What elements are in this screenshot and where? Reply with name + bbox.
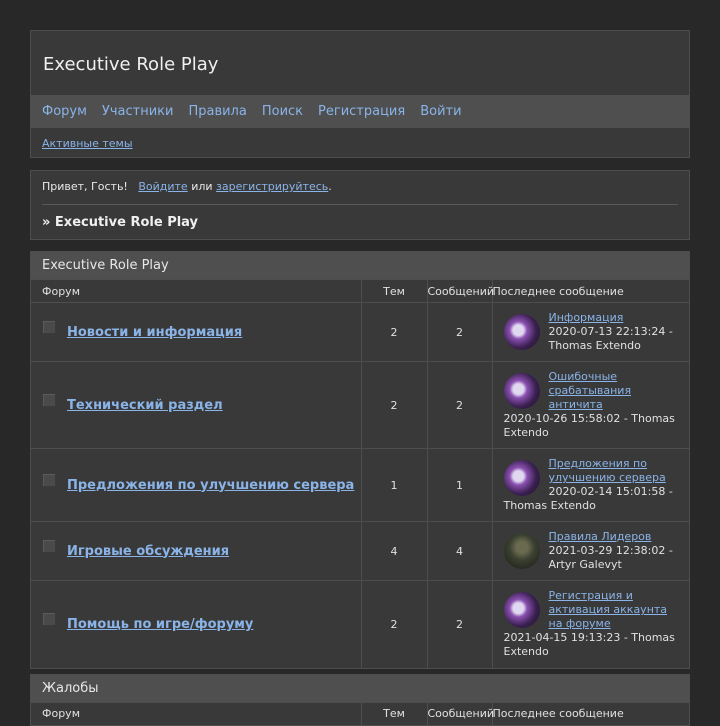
welcome-box: Привет, Гость! Войдите или зарегистрируй…	[30, 170, 690, 240]
nav-login[interactable]: Войти	[420, 104, 461, 119]
last-post-cell: Правила Лидеров 2021-03-29 12:38:02 - Ar…	[491, 521, 689, 581]
posts-count: 1	[426, 448, 492, 522]
avatar[interactable]	[503, 533, 540, 569]
topics-count: 2	[360, 361, 427, 449]
category-complaints: Жалобы Форум Тем Сообщений Последнее соо…	[30, 673, 690, 726]
topics-count: 2	[360, 580, 427, 668]
table-row: Новости и информация 2 2 Информация 2020…	[31, 302, 689, 362]
forum-cell: Помощь по игре/форуму	[31, 580, 361, 668]
topics-count: 2	[360, 302, 427, 362]
column-header-posts: Сообщений	[426, 701, 494, 725]
greeting-text: Привет, Гость!	[42, 180, 128, 193]
period-text: .	[328, 180, 332, 193]
last-post-link[interactable]: Правила Лидеров	[549, 530, 652, 543]
avatar[interactable]	[503, 373, 540, 409]
main-navigation: Форум Участники Правила Поиск Регистраци…	[31, 95, 689, 128]
forum-link[interactable]: Технический раздел	[67, 397, 223, 414]
category-executive-role-play: Executive Role Play Форум Тем Сообщений …	[30, 251, 690, 669]
site-header: Executive Role Play Форум Участники Прав…	[30, 30, 690, 158]
forum-cell: Новости и информация	[31, 302, 361, 362]
last-post-cell: Ошибочные срабатывания античита 2020-10-…	[491, 361, 689, 449]
last-post-link[interactable]: Информация	[549, 311, 624, 324]
table-row: Помощь по игре/форуму 2 2 Регистрация и …	[31, 580, 689, 668]
welcome-message: Привет, Гость! Войдите или зарегистрируй…	[42, 180, 332, 193]
forum-status-icon	[42, 612, 56, 627]
table-header-row: Форум Тем Сообщений Последнее сообщение	[31, 279, 689, 303]
last-post-link[interactable]: Регистрация и активация аккаунта на фору…	[549, 589, 668, 630]
last-post-meta: 2021-03-29 12:38:02 - Artyr Galevyt	[548, 544, 673, 571]
avatar[interactable]	[503, 460, 540, 496]
table-row: Технический раздел 2 2 Ошибочные срабаты…	[31, 361, 689, 449]
nav-forum[interactable]: Форум	[42, 104, 87, 119]
topics-count: 1	[360, 448, 427, 522]
breadcrumb: » Executive Role Play	[42, 215, 199, 230]
forum-link[interactable]: Новости и информация	[67, 324, 242, 341]
divider	[42, 204, 678, 205]
posts-count: 2	[426, 580, 492, 668]
forum-cell: Игровые обсуждения	[31, 521, 361, 581]
login-link[interactable]: Войдите	[138, 180, 187, 193]
sublinks-bar: Активные темы	[42, 137, 133, 150]
active-topics-link[interactable]: Активные темы	[42, 137, 133, 150]
register-link[interactable]: зарегистрируйтесь	[216, 180, 328, 193]
forum-status-icon	[42, 539, 56, 553]
table-header-row: Форум Тем Сообщений Последнее сообщение	[31, 701, 689, 725]
forum-table: Форум Тем Сообщений Последнее сообщение	[31, 701, 689, 725]
last-post-cell: Регистрация и активация аккаунта на фору…	[491, 580, 689, 668]
avatar[interactable]	[503, 314, 540, 350]
forum-cell: Предложения по улучшению сервера	[31, 448, 361, 522]
forum-status-icon	[42, 473, 56, 487]
nav-search[interactable]: Поиск	[262, 104, 303, 119]
last-post-meta: 2020-10-26 15:58:02 - Thomas Extendo	[503, 412, 675, 439]
forum-link[interactable]: Игровые обсуждения	[67, 543, 229, 560]
table-row: Игровые обсуждения 4 4 Правила Лидеров 2…	[31, 521, 689, 581]
last-post-meta: 2020-07-13 22:13:24 - Thomas Extendo	[548, 325, 673, 352]
column-header-posts: Сообщений	[426, 279, 494, 303]
or-text: или	[191, 180, 213, 193]
topics-count: 4	[360, 521, 427, 581]
page-wrapper: Executive Role Play Форум Участники Прав…	[30, 30, 690, 726]
site-title: Executive Role Play	[43, 54, 219, 75]
column-header-forum: Форум	[31, 279, 361, 303]
nav-rules[interactable]: Правила	[188, 104, 246, 119]
column-header-forum: Форум	[31, 701, 361, 725]
category-title: Жалобы	[31, 674, 689, 702]
column-header-topics: Тем	[360, 279, 427, 303]
posts-count: 4	[426, 521, 492, 581]
avatar[interactable]	[503, 592, 540, 629]
posts-count: 2	[426, 302, 492, 362]
column-header-last-post: Последнее сообщение	[491, 279, 689, 303]
last-post-cell: Предложения по улучшению сервера 2020-02…	[491, 448, 689, 522]
column-header-last-post: Последнее сообщение	[491, 701, 689, 725]
posts-count: 2	[426, 361, 492, 449]
forum-table: Форум Тем Сообщений Последнее сообщение …	[31, 279, 689, 668]
forum-cell: Технический раздел	[31, 361, 361, 449]
nav-register[interactable]: Регистрация	[318, 104, 405, 119]
table-row: Предложения по улучшению сервера 1 1 Пре…	[31, 448, 689, 522]
last-post-cell: Информация 2020-07-13 22:13:24 - Thomas …	[491, 302, 689, 362]
last-post-link[interactable]: Предложения по улучшению сервера	[549, 457, 666, 484]
last-post-meta: 2021-04-15 19:13:23 - Thomas Extendo	[503, 631, 675, 659]
forum-status-icon	[42, 320, 56, 334]
column-header-topics: Тем	[360, 701, 427, 725]
last-post-link[interactable]: Ошибочные срабатывания античита	[549, 370, 632, 411]
category-title: Executive Role Play	[31, 252, 689, 279]
forum-status-icon	[42, 393, 56, 407]
forum-link[interactable]: Предложения по улучшению сервера	[67, 477, 354, 494]
nav-members[interactable]: Участники	[102, 104, 174, 119]
forum-link[interactable]: Помощь по игре/форуму	[67, 616, 253, 633]
